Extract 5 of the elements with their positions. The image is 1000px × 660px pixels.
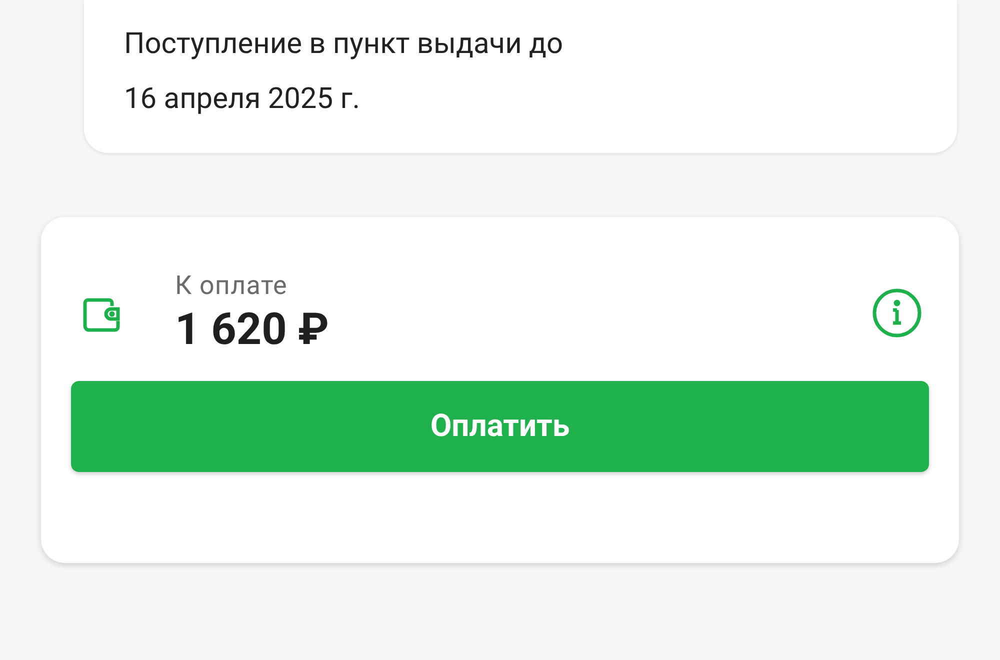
pay-button[interactable]: Оплатить	[71, 381, 929, 472]
info-icon[interactable]	[872, 288, 922, 338]
amount-value: 1 620 ₽	[175, 302, 329, 356]
delivery-date-text: Поступление в пункт выдачи до 16 апреля 2025 г.	[124, 26, 564, 118]
amount-label: К оплате	[175, 270, 288, 302]
